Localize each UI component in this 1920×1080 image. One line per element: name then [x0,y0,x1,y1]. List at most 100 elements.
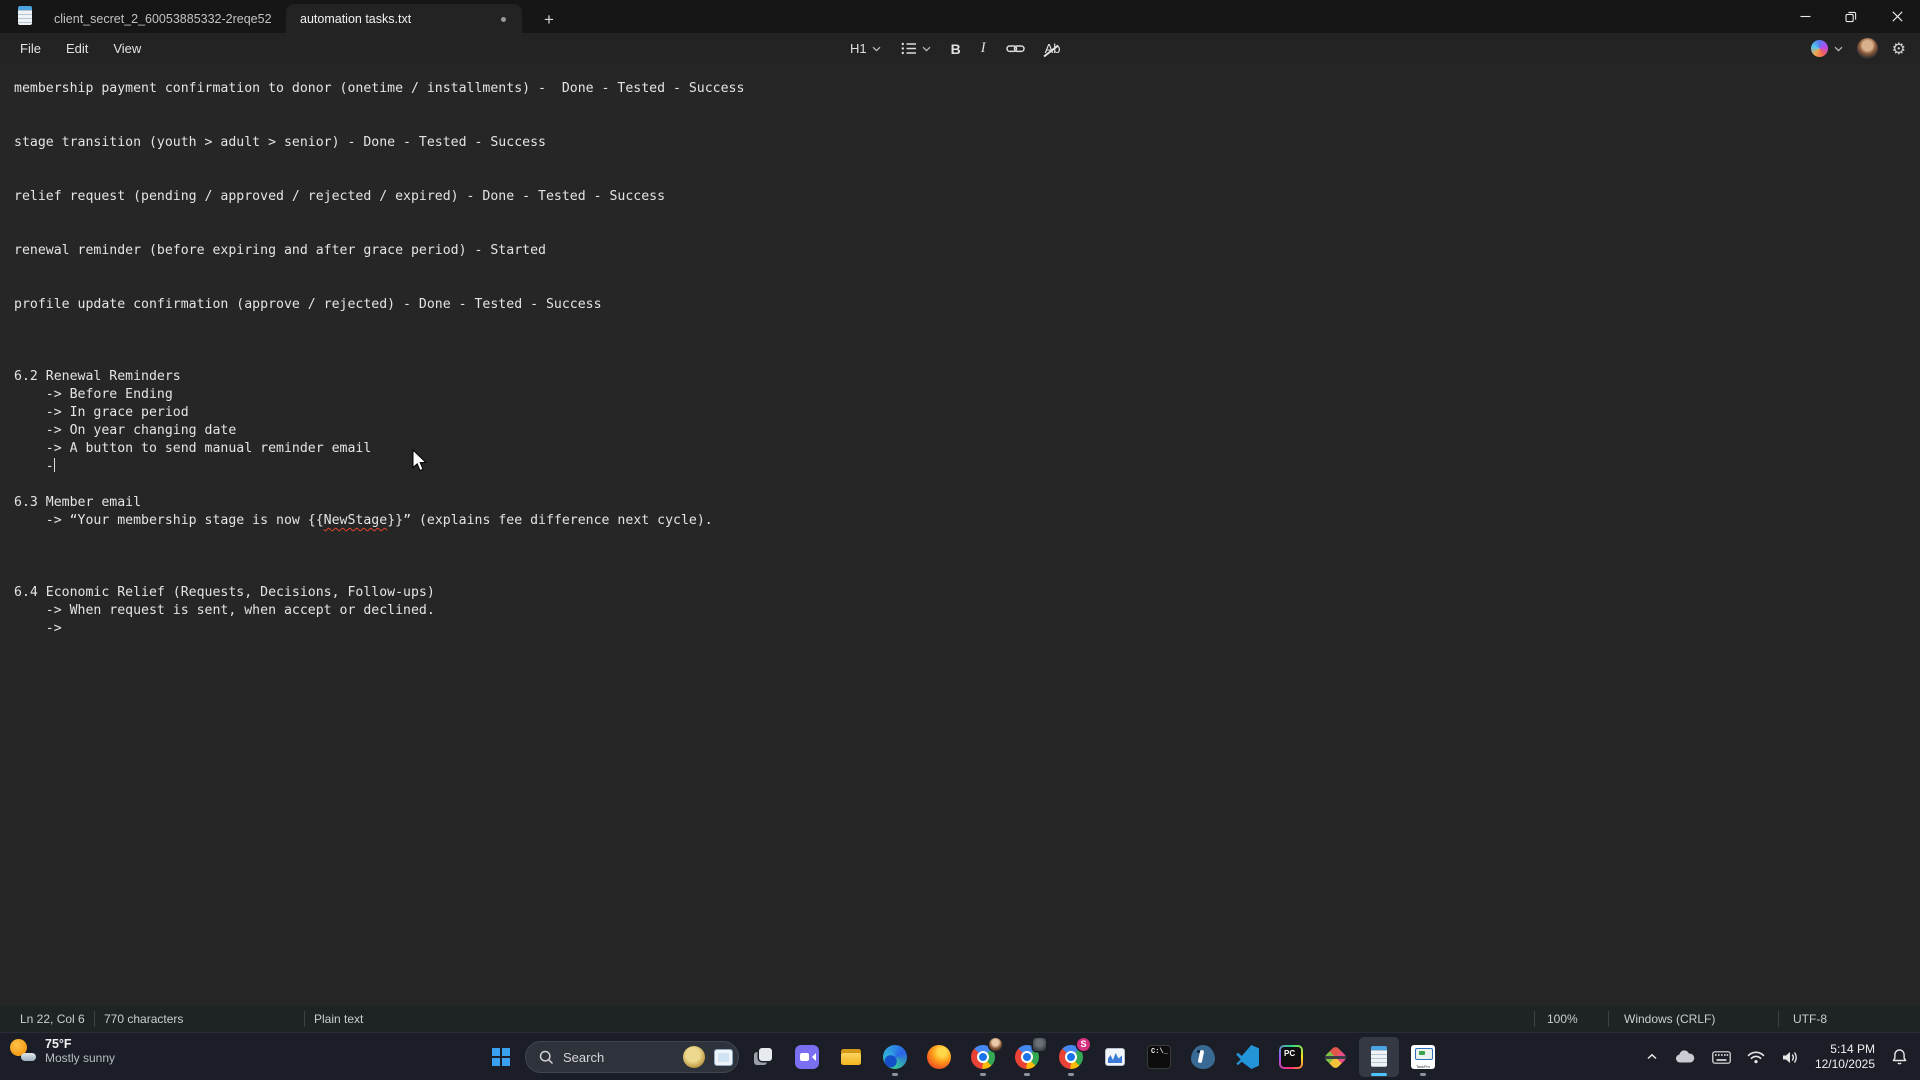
onedrive-cloud-icon[interactable] [1668,1037,1702,1077]
notepad-app-icon [18,6,32,25]
taskbar-chrome-profile-1-icon[interactable] [963,1037,1003,1077]
taskbar: 75°F Mostly sunny Search S TaskPro [0,1032,1920,1080]
bold-button[interactable]: B [944,37,968,61]
volume-icon[interactable] [1775,1037,1805,1077]
taskbar-design-tool-icon[interactable] [1315,1037,1355,1077]
statusbar: Ln 22, Col 6 770 characters Plain text 1… [0,1006,1920,1032]
close-button[interactable] [1874,0,1920,33]
toolbar-right: ⚙ [1810,33,1906,64]
taskbar-postgresql-icon[interactable] [1183,1037,1223,1077]
running-indicator [980,1073,986,1076]
clear-formatting-button[interactable]: Ab [1038,37,1068,60]
editor-line: renewal reminder (before expiring and af… [14,243,546,258]
weather-condition: Mostly sunny [45,1051,116,1065]
editor-line: 6.3 Member email [14,495,142,510]
document-type: Plain text [304,1011,403,1027]
editor-line: -> [14,621,62,636]
copilot-button[interactable] [1810,40,1843,57]
chevron-down-icon [922,46,931,52]
link-icon [1005,45,1025,53]
editor-line: -> “Your membership stage is now {{NewSt… [14,513,713,528]
misspelled-word: NewStage [323,513,388,528]
touch-keyboard-icon[interactable] [1706,1037,1737,1077]
line-endings[interactable]: Windows (CRLF) [1608,1011,1778,1027]
taskbar-pycharm-icon[interactable] [1271,1037,1311,1077]
tray-date: 12/10/2025 [1814,1057,1875,1071]
profile-badge: S [1077,1038,1090,1051]
character-count: 770 characters [94,1011,304,1027]
menu-edit[interactable]: Edit [55,36,99,61]
taskbar-notepad-icon[interactable] [1359,1037,1399,1077]
taskbar-vscode-icon[interactable] [1227,1037,1267,1077]
task-view-glyph [751,1045,775,1069]
taskbar-video-call-icon[interactable] [787,1037,827,1077]
heading-dropdown[interactable]: H1 [843,37,888,60]
editor-line: -> In grace period [14,405,189,420]
pycharm-glyph [1279,1045,1303,1069]
taskbar-file-explorer-icon[interactable] [831,1037,871,1077]
cursor-position: Ln 22, Col 6 [20,1012,85,1026]
vscode-glyph [1236,1045,1259,1069]
restore-button[interactable] [1828,0,1874,33]
heading-label: H1 [850,41,867,56]
tab-automation-tasks[interactable]: automation tasks.txt [286,4,522,33]
editor-line: -> On year changing date [14,423,237,438]
taskbar-task-manager-icon[interactable] [1095,1037,1135,1077]
taskpro-label: TaskPro [1416,1065,1430,1069]
editor-line: stage transition (youth > adult > senior… [14,135,546,150]
editor-line: -> A button to send manual reminder emai… [14,441,372,456]
taskbar-firefox-icon[interactable] [919,1037,959,1077]
search-highlight-thumb [714,1048,733,1066]
unsaved-dot-icon [501,17,506,22]
taskbar-task-view-icon[interactable] [743,1037,783,1077]
new-tab-button[interactable]: + [536,7,562,33]
firefox-glyph [927,1045,951,1069]
close-icon [1891,11,1903,22]
taskbar-edge-icon[interactable] [875,1037,915,1077]
taskbar-chrome-profile-2-icon[interactable] [1007,1037,1047,1077]
list-dropdown[interactable] [894,38,938,59]
design-tool-glyph [1322,1044,1348,1070]
weather-sun-cloud-icon [8,1037,36,1065]
link-button[interactable] [999,37,1032,60]
menu-view[interactable]: View [102,36,152,61]
tray-chevron-up-icon[interactable] [1640,1037,1664,1077]
weather-widget[interactable]: 75°F Mostly sunny [8,1037,115,1065]
minimize-button[interactable] [1782,0,1828,33]
menubar: File Edit View H1 B I Ab [0,33,1920,64]
encoding[interactable]: UTF-8 [1778,1011,1920,1027]
system-tray: 5:14 PM 12/10/2025 [1640,1033,1914,1080]
account-avatar[interactable] [1856,38,1878,59]
restore-icon [1845,11,1857,22]
zoom-level[interactable]: 100% [1534,1011,1608,1027]
start-glyph [492,1048,510,1066]
editor-line: -> When request is sent, when accept or … [14,603,435,618]
running-indicator [1024,1073,1030,1076]
text-caret [53,458,55,472]
titlebar: client_secret_2_60053885332-2reqe52rribe… [0,0,1920,33]
taskbar-terminal-icon[interactable] [1139,1037,1179,1077]
settings-gear-icon[interactable]: ⚙ [1892,40,1906,57]
edge-glyph [883,1045,907,1069]
clock-widget[interactable]: 5:14 PM 12/10/2025 [1809,1037,1881,1077]
taskbar-search-input[interactable]: Search [525,1041,739,1073]
taskbar-chrome-profile-3-icon[interactable]: S [1051,1037,1091,1077]
taskbar-start-icon[interactable] [481,1037,521,1077]
wifi-icon[interactable] [1741,1037,1771,1077]
editor-line: relief request (pending / approved / rej… [14,189,666,204]
taskbar-taskpro-icon[interactable]: TaskPro [1403,1037,1443,1077]
menu-file[interactable]: File [9,36,52,61]
italic-button[interactable]: I [974,36,993,61]
notification-bell-icon[interactable] [1885,1037,1914,1077]
tab-client-secret[interactable]: client_secret_2_60053885332-2reqe52rribe [40,4,286,33]
text-editor-area[interactable]: membership payment confirmation to donor… [0,64,1920,1006]
